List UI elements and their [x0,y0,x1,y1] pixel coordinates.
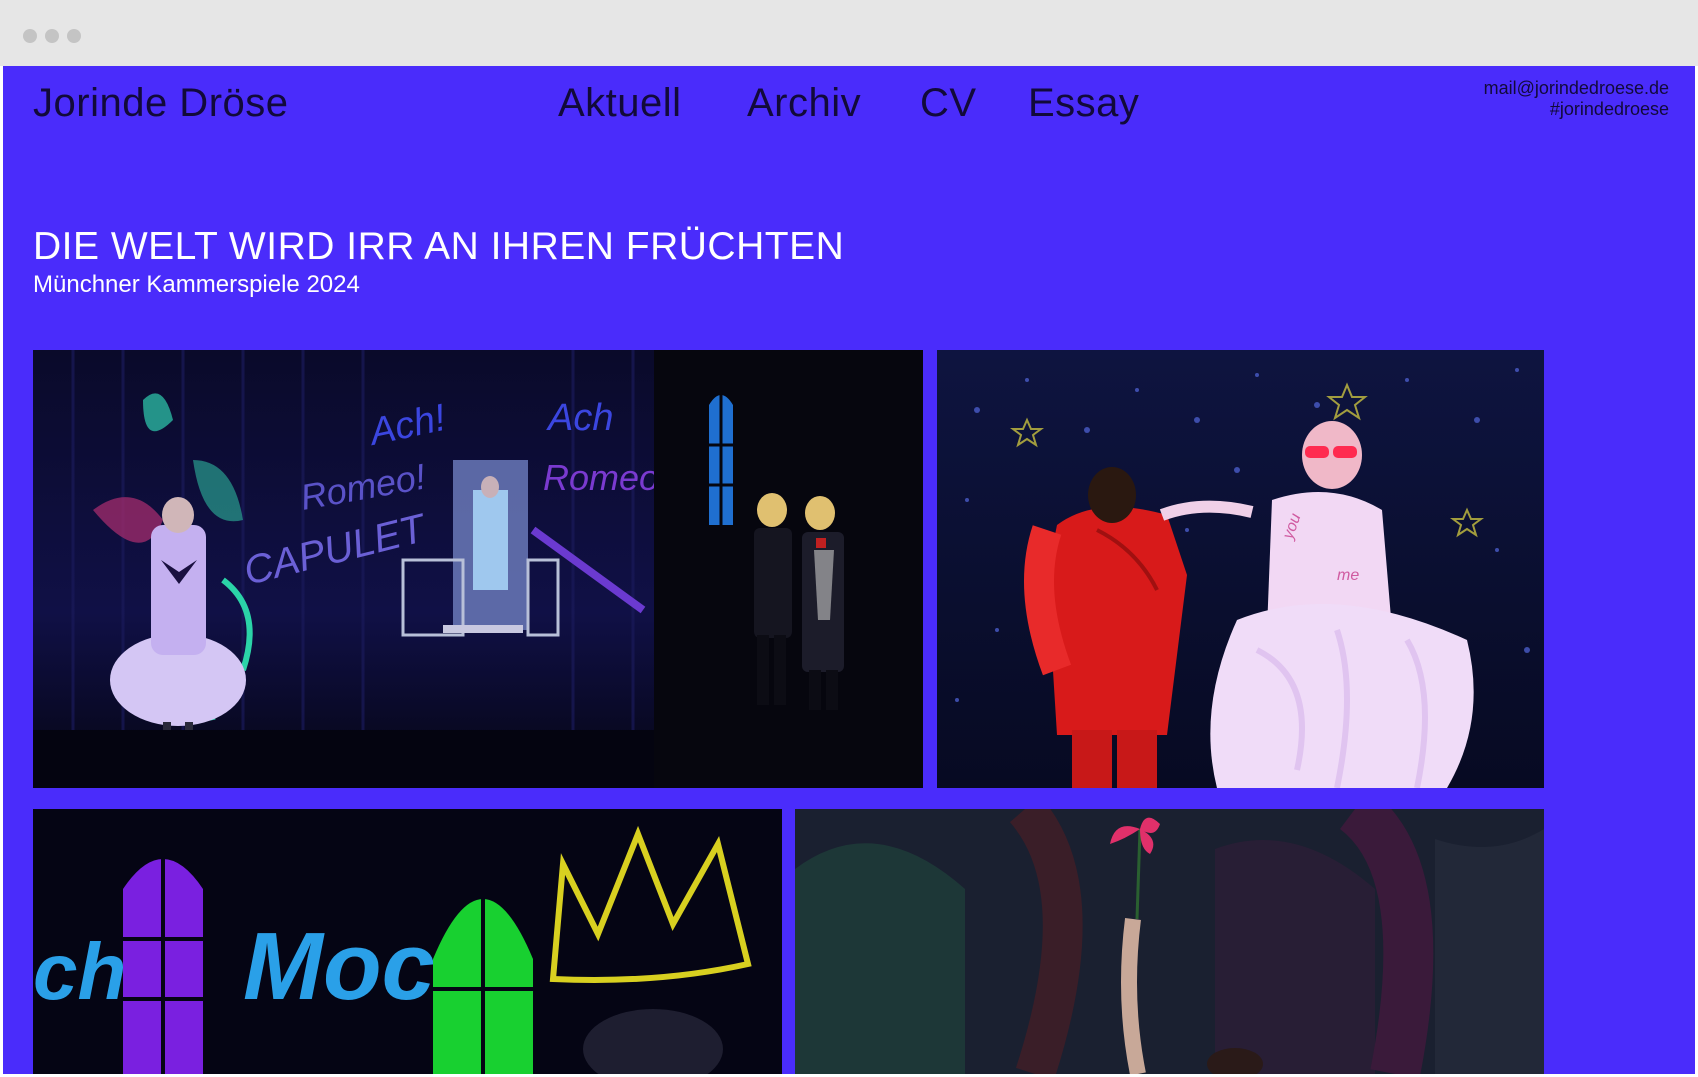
minimize-dot[interactable] [45,29,59,43]
stage-photo-windows-crown: ch Moch [33,809,782,1074]
nav-item-archiv[interactable]: Archiv [747,79,861,127]
gallery-photo-1[interactable]: Ach! Romeo! CAPULET Ach Romeo? [33,350,690,788]
shirt-text-me: me [1337,567,1359,584]
site-brand-link[interactable]: Jorinde Dröse [33,79,289,127]
stage-photo-two-figures [654,350,923,788]
gallery-photo-4[interactable]: ch Moch [33,809,782,1074]
stage-photo-curtain-scene: Ach! Romeo! CAPULET Ach Romeo? [33,350,690,788]
stage-photo-arm-flower [795,809,1544,1074]
production-subtitle: Münchner Kammerspiele 2024 [33,271,360,298]
graffiti-4: Ach [546,397,613,439]
email-link[interactable]: mail@jorindedroese.de [1484,78,1669,99]
nav-item-cv[interactable]: CV [920,79,977,127]
production-title: DIE WELT WIRD IRR AN IHREN FRÜCHTEN [33,225,845,268]
close-dot[interactable] [23,29,37,43]
browser-chrome [0,0,1698,66]
gallery-photo-3[interactable]: you me [937,350,1544,788]
gallery-photo-2[interactable] [654,350,923,788]
graffiti-ch: ch [33,927,126,1016]
nav-item-essay[interactable]: Essay [1028,79,1139,127]
gallery-photo-5[interactable] [795,809,1544,1074]
zoom-dot[interactable] [67,29,81,43]
stage-photo-red-suit-tulle-dress: you me [937,350,1544,788]
browser-window: Jorinde Dröse Aktuell Archiv CV Essay ma… [0,0,1698,1077]
contact-block: mail@jorindedroese.de #jorindedroese [1484,78,1669,120]
nav-item-aktuell[interactable]: Aktuell [558,79,682,127]
hashtag-link[interactable]: #jorindedroese [1484,99,1669,120]
website-page: Jorinde Dröse Aktuell Archiv CV Essay ma… [3,66,1695,1074]
